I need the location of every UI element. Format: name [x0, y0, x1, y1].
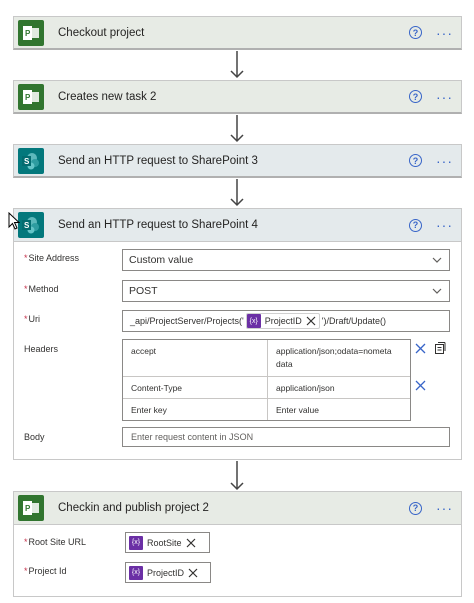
project-icon: P [18, 19, 44, 46]
help-icon[interactable]: ? [409, 90, 422, 103]
token-label: ProjectID [147, 567, 185, 578]
project-id-input[interactable]: {x} ProjectID [125, 562, 211, 583]
token-label: ProjectID [264, 316, 302, 326]
uri-input[interactable]: _api/ProjectServer/Projects(' {x} Projec… [122, 310, 450, 332]
more-options-icon[interactable]: ··· [436, 90, 453, 104]
flow-arrow [230, 115, 244, 143]
step-title: Creates new task 2 [58, 90, 157, 103]
header-value-cell[interactable]: application/json;odata=nometa data [276, 345, 406, 371]
site-address-value: Custom value [129, 254, 194, 266]
body-input[interactable]: Enter request content in JSON [122, 427, 450, 447]
more-options-icon[interactable]: ··· [436, 154, 453, 168]
projectid-token[interactable]: {x} ProjectID [245, 313, 320, 329]
more-options-icon[interactable]: ··· [436, 26, 453, 40]
delete-row-icon[interactable] [415, 343, 426, 354]
token-label: RootSite [147, 537, 182, 548]
svg-text:P: P [25, 504, 31, 513]
step-card-http-sharepoint-3[interactable]: S Send an HTTP request to SharePoint 3 ?… [13, 144, 462, 178]
headers-table: accept application/json;odata=nometa dat… [122, 339, 411, 421]
method-dropdown[interactable]: POST [122, 280, 450, 302]
svg-text:P: P [25, 29, 31, 38]
uri-prefix-text: _api/ProjectServer/Projects(' [130, 316, 244, 326]
flow-arrow [230, 51, 244, 79]
help-icon[interactable]: ? [409, 501, 422, 515]
remove-token-icon[interactable] [188, 568, 198, 578]
step-card-checkout-project[interactable]: P Checkout project ? ··· [13, 16, 462, 50]
delete-row-icon[interactable] [415, 380, 426, 391]
step-title: Checkout project [58, 26, 145, 39]
uri-suffix-text: ')/Draft/Update() [321, 316, 387, 326]
root-site-url-input[interactable]: {x} RootSite [125, 532, 210, 553]
step-card-checkin-publish[interactable]: P Checkin and publish project 2 ? ··· [13, 491, 462, 525]
svg-text:S: S [24, 221, 30, 230]
chevron-down-icon [432, 288, 442, 294]
remove-token-icon[interactable] [306, 316, 316, 326]
step-title: Send an HTTP request to SharePoint 3 [58, 154, 258, 167]
svg-text:S: S [24, 157, 30, 166]
sharepoint-icon: S [18, 147, 44, 174]
header-value-input[interactable]: Enter value [276, 404, 319, 417]
uri-label: *Uri [24, 314, 41, 324]
header-key-cell[interactable]: accept [131, 345, 156, 358]
header-value-cell[interactable]: application/json [276, 382, 335, 395]
body-label: Body [24, 432, 45, 442]
more-options-icon[interactable]: ··· [436, 218, 453, 232]
step-title: Send an HTTP request to SharePoint 4 [58, 219, 258, 231]
sharepoint-icon: S [18, 212, 44, 238]
site-address-dropdown[interactable]: Custom value [122, 249, 450, 271]
help-icon[interactable]: ? [409, 26, 422, 39]
expression-icon: {x} [129, 565, 143, 580]
step-card-http-sharepoint-4[interactable]: S Send an HTTP request to SharePoint 4 ?… [13, 208, 462, 242]
checkin-form [13, 525, 462, 597]
rootsite-token[interactable]: {x} RootSite [129, 534, 199, 551]
site-address-label: *Site Address [24, 253, 80, 263]
projectid-token[interactable]: {x} ProjectID [129, 564, 202, 581]
flow-arrow [230, 461, 244, 491]
flow-arrow [230, 179, 244, 207]
header-key-cell[interactable]: Content-Type [131, 382, 182, 395]
project-icon: P [18, 83, 44, 110]
svg-text:P: P [25, 93, 31, 102]
help-icon[interactable]: ? [409, 154, 422, 167]
expression-icon: {x} [246, 314, 261, 328]
step-title: Checkin and publish project 2 [58, 502, 209, 514]
method-label: *Method [24, 284, 59, 294]
mouse-cursor-icon [8, 212, 20, 230]
more-options-icon[interactable]: ··· [436, 501, 453, 515]
header-key-input[interactable]: Enter key [131, 404, 167, 417]
switch-to-text-mode-icon[interactable] [434, 342, 446, 355]
body-placeholder: Enter request content in JSON [131, 432, 254, 442]
project-id-label: *Project Id [24, 566, 67, 576]
remove-token-icon[interactable] [186, 538, 196, 548]
project-icon: P [18, 495, 44, 521]
method-value: POST [129, 285, 158, 297]
expression-icon: {x} [129, 535, 143, 550]
root-site-url-label: *Root Site URL [24, 537, 87, 547]
headers-label: Headers [24, 344, 59, 354]
chevron-down-icon [432, 257, 442, 263]
step-card-creates-new-task[interactable]: P Creates new task 2 ? ··· [13, 80, 462, 114]
help-icon[interactable]: ? [409, 218, 422, 232]
